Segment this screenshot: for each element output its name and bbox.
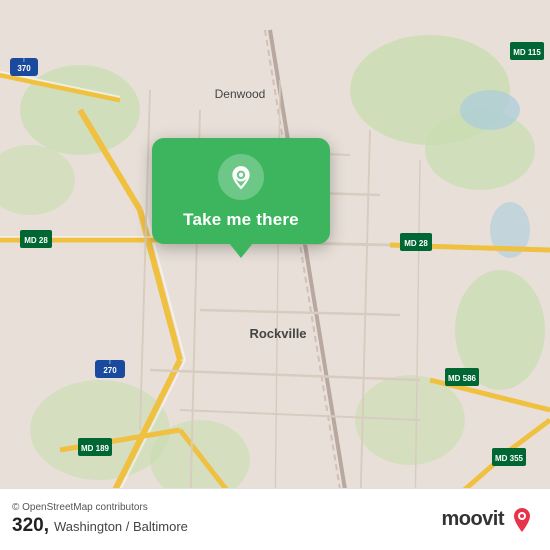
- svg-text:MD 189: MD 189: [81, 444, 110, 453]
- map-container: 370 I 270 I MD 28 MD 28 MD 115 MD 586 MD…: [0, 0, 550, 550]
- svg-text:I: I: [109, 360, 110, 366]
- svg-text:Denwood: Denwood: [215, 87, 266, 101]
- moovit-pin-icon: [508, 506, 536, 534]
- svg-text:MD 586: MD 586: [448, 374, 477, 383]
- svg-text:270: 270: [103, 366, 117, 375]
- svg-text:Rockville: Rockville: [249, 326, 306, 341]
- location-icon-circle: [218, 154, 264, 200]
- map-roads: 370 I 270 I MD 28 MD 28 MD 115 MD 586 MD…: [0, 0, 550, 550]
- osm-attribution: © OpenStreetMap contributors: [12, 502, 188, 513]
- location-pin-icon: [228, 164, 254, 190]
- svg-text:370: 370: [17, 64, 31, 73]
- osm-credit-text: © OpenStreetMap contributors: [12, 502, 148, 513]
- take-me-there-button[interactable]: Take me there: [183, 210, 299, 230]
- moovit-logo: moovit: [441, 506, 536, 534]
- popup-card: Take me there: [152, 138, 330, 244]
- svg-text:MD 28: MD 28: [24, 236, 48, 245]
- route-region: Washington / Baltimore: [54, 519, 188, 534]
- bottom-bar: © OpenStreetMap contributors 320, Washin…: [0, 488, 550, 550]
- svg-text:MD 28: MD 28: [404, 239, 428, 248]
- svg-text:MD 115: MD 115: [513, 48, 541, 57]
- moovit-brand-text: moovit: [441, 508, 504, 531]
- bottom-left-info: © OpenStreetMap contributors 320, Washin…: [12, 502, 188, 538]
- route-number: 320,: [12, 515, 49, 538]
- svg-text:MD 355: MD 355: [495, 454, 524, 463]
- svg-text:I: I: [23, 58, 24, 64]
